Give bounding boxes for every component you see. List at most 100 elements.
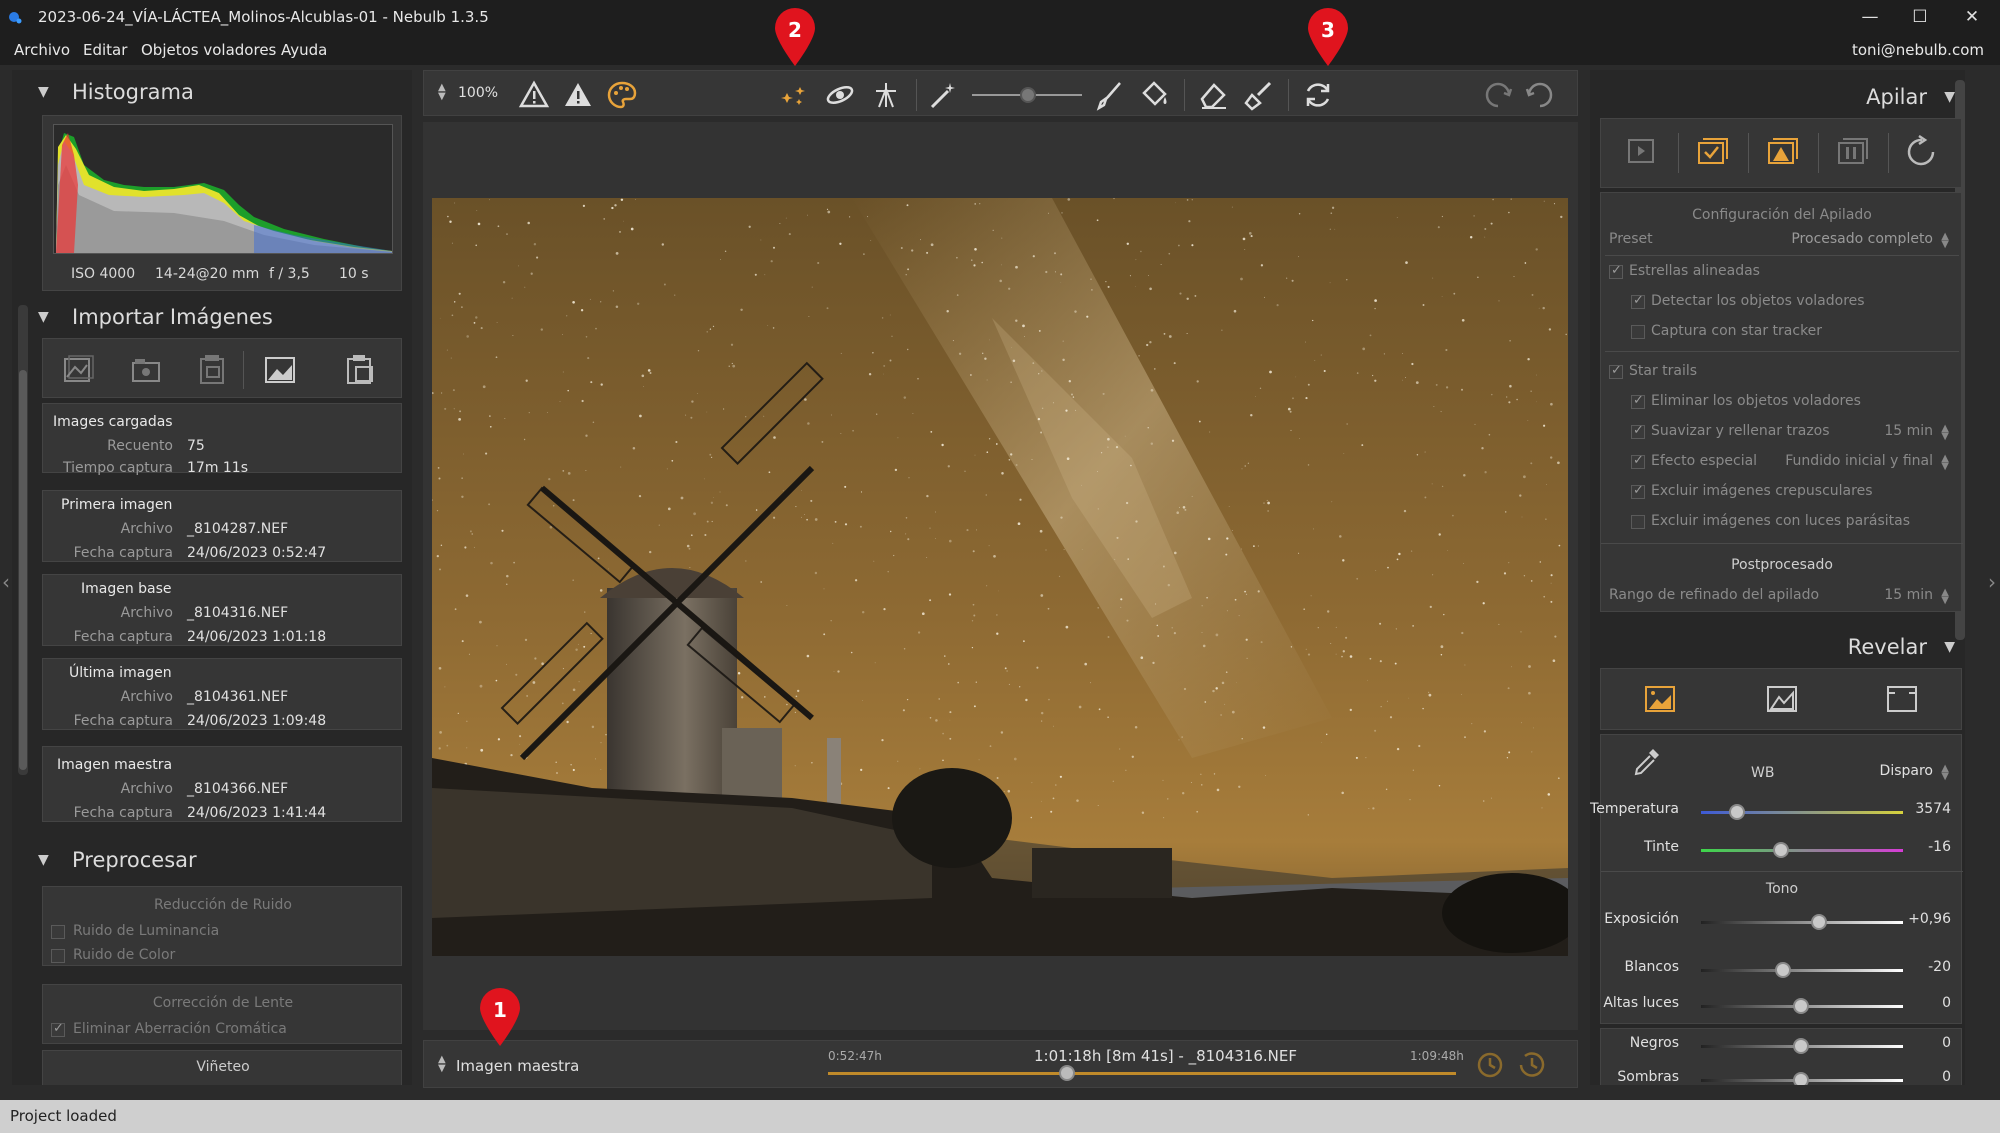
import-header[interactable]: ▼ Importar Imágenes — [12, 295, 412, 339]
clock-back-icon[interactable] — [1516, 1049, 1548, 1081]
collapse-left-icon[interactable]: ‹ — [2, 570, 10, 594]
refresh-process-icon[interactable] — [1302, 79, 1334, 111]
close-button[interactable]: ✕ — [1952, 4, 1992, 30]
timeline-track[interactable] — [828, 1072, 1456, 1075]
menu-editar[interactable]: Editar — [83, 41, 127, 59]
user-account[interactable]: toni@nebulb.com — [1852, 41, 1984, 59]
highlights-slider-knob[interactable] — [1793, 998, 1809, 1014]
brush-size-knob[interactable] — [1020, 87, 1036, 103]
menu-objetos-voladores[interactable]: Objetos voladores — [141, 41, 276, 59]
stack-header[interactable]: Apilar ▼ — [1590, 75, 1965, 115]
wb-mode-dropdown[interactable]: Disparo — [1880, 763, 1933, 779]
last-image-box[interactable]: Última imagen Archivo _8104361.NEF Fecha… — [42, 658, 402, 730]
reset-icon[interactable] — [1905, 135, 1939, 169]
special-effect-dropdown[interactable]: Fundido inicial y final — [1785, 453, 1933, 469]
clear-brush-icon[interactable] — [1242, 79, 1274, 111]
base-image-icon[interactable] — [263, 353, 297, 387]
special-effect-checkbox[interactable] — [1631, 453, 1645, 469]
develop-landscape-icon[interactable] — [1765, 683, 1799, 715]
milky-way-icon[interactable] — [824, 79, 856, 111]
refine-spinner-icon[interactable]: ▲ ▼ — [1941, 588, 1949, 606]
import-folder-icon[interactable] — [129, 353, 163, 387]
luminance-noise-checkbox[interactable] — [51, 925, 65, 939]
preprocess-header[interactable]: ▼ Preprocesar — [12, 838, 412, 882]
whites-value[interactable]: -20 — [1928, 959, 1951, 975]
parasitic-lights-checkbox[interactable] — [1631, 515, 1645, 529]
redo-icon[interactable] — [1482, 79, 1514, 111]
stars-icon[interactable] — [778, 79, 810, 111]
stack-pause-icon[interactable] — [1835, 135, 1869, 167]
exposure-slider-track[interactable] — [1701, 921, 1903, 924]
brush-icon[interactable] — [1094, 79, 1126, 111]
astro-photo-milky-way-windmill[interactable] — [432, 198, 1568, 956]
eyedropper-icon[interactable] — [1631, 745, 1663, 777]
preset-spinner-icon[interactable]: ▲ ▼ — [1941, 232, 1949, 250]
blacks-value[interactable]: 0 — [1942, 1035, 1951, 1051]
timeline-image-selector[interactable]: Imagen maestra — [456, 1057, 579, 1075]
tint-value[interactable]: -16 — [1928, 839, 1951, 855]
minimize-button[interactable]: — — [1850, 4, 1890, 30]
detect-flying-checkbox[interactable] — [1631, 293, 1645, 309]
remove-flying-checkbox[interactable] — [1631, 393, 1645, 409]
menu-ayuda[interactable]: Ayuda — [281, 41, 327, 59]
exposure-slider-knob[interactable] — [1811, 914, 1827, 930]
clipboard-images-icon[interactable] — [343, 353, 377, 387]
import-lights-icon[interactable] — [61, 353, 95, 387]
blacks-slider-knob[interactable] — [1793, 1038, 1809, 1054]
left-scrollbar-thumb[interactable] — [19, 370, 27, 770]
preview-play-icon[interactable] — [1625, 135, 1657, 167]
master-image-box[interactable]: Imagen maestra Archivo _8104366.NEF Fech… — [42, 746, 402, 822]
develop-header[interactable]: Revelar ▼ — [1590, 625, 1965, 665]
temperature-slider-knob[interactable] — [1729, 804, 1745, 820]
tint-slider-knob[interactable] — [1773, 842, 1789, 858]
image-selector-spinner-icon[interactable]: ▲ ▼ — [438, 1055, 446, 1074]
histogram-header[interactable]: ▼ Histograma — [12, 70, 412, 114]
shadows-value[interactable]: 0 — [1942, 1069, 1951, 1085]
color-noise-checkbox[interactable] — [51, 949, 65, 963]
warning-filled-icon[interactable] — [562, 79, 594, 111]
star-tracker-checkbox[interactable] — [1631, 325, 1645, 339]
smooth-trails-checkbox[interactable] — [1631, 423, 1645, 439]
eraser-icon[interactable] — [1198, 79, 1230, 111]
aligned-stars-checkbox[interactable] — [1609, 263, 1623, 279]
vignette-box[interactable]: Viñeteo — [42, 1050, 402, 1085]
develop-image-icon[interactable] — [1643, 683, 1677, 715]
undo-icon[interactable] — [1524, 79, 1556, 111]
star — [1506, 757, 1509, 759]
timeline-scrubber-handle[interactable] — [1058, 1065, 1075, 1081]
shadows-slider-knob[interactable] — [1793, 1072, 1809, 1085]
landscape-tower-icon[interactable] — [870, 79, 902, 111]
import-darks-icon[interactable] — [195, 353, 229, 387]
stack-check-icon[interactable] — [1695, 135, 1729, 167]
temperature-value[interactable]: 3574 — [1915, 801, 1951, 817]
twilight-checkbox[interactable] — [1631, 483, 1645, 499]
smooth-trails-value[interactable]: 15 min — [1884, 423, 1933, 439]
develop-crop-icon[interactable] — [1885, 683, 1919, 715]
image-viewer[interactable] — [423, 122, 1578, 1030]
exposure-value[interactable]: +0,96 — [1908, 911, 1951, 927]
highlights-value[interactable]: 0 — [1942, 995, 1951, 1011]
whites-slider-track[interactable] — [1701, 969, 1903, 972]
chromatic-aberration-checkbox[interactable] — [51, 1021, 65, 1037]
preset-dropdown[interactable]: Procesado completo — [1791, 231, 1933, 247]
tint-slider-track[interactable] — [1701, 849, 1903, 852]
refine-range-value[interactable]: 15 min — [1884, 587, 1933, 603]
star-trails-checkbox[interactable] — [1609, 363, 1623, 379]
zoom-level[interactable]: 100% — [458, 85, 498, 101]
base-image-box[interactable]: Imagen base Archivo _8104316.NEF Fecha c… — [42, 574, 402, 646]
first-image-box[interactable]: Primera imagen Archivo _8104287.NEF Fech… — [42, 490, 402, 562]
stack-mountain-icon[interactable] — [1765, 135, 1799, 167]
magic-wand-icon[interactable] — [926, 79, 958, 111]
clock-forward-icon[interactable] — [1474, 1049, 1506, 1081]
zoom-spinner-icon[interactable]: ▲ ▼ — [438, 83, 446, 102]
maximize-button[interactable]: ☐ — [1900, 4, 1940, 30]
color-palette-icon[interactable] — [606, 79, 638, 111]
whites-slider-knob[interactable] — [1775, 962, 1791, 978]
effect-spinner-icon[interactable]: ▲ ▼ — [1941, 454, 1949, 472]
wb-spinner-icon[interactable]: ▲ ▼ — [1941, 764, 1949, 782]
collapse-right-icon[interactable]: › — [1988, 570, 1996, 594]
menu-archivo[interactable]: Archivo — [14, 41, 70, 59]
paint-bucket-icon[interactable] — [1138, 79, 1170, 111]
warning-outline-icon[interactable] — [518, 79, 550, 111]
smooth-spinner-icon[interactable]: ▲ ▼ — [1941, 424, 1949, 442]
